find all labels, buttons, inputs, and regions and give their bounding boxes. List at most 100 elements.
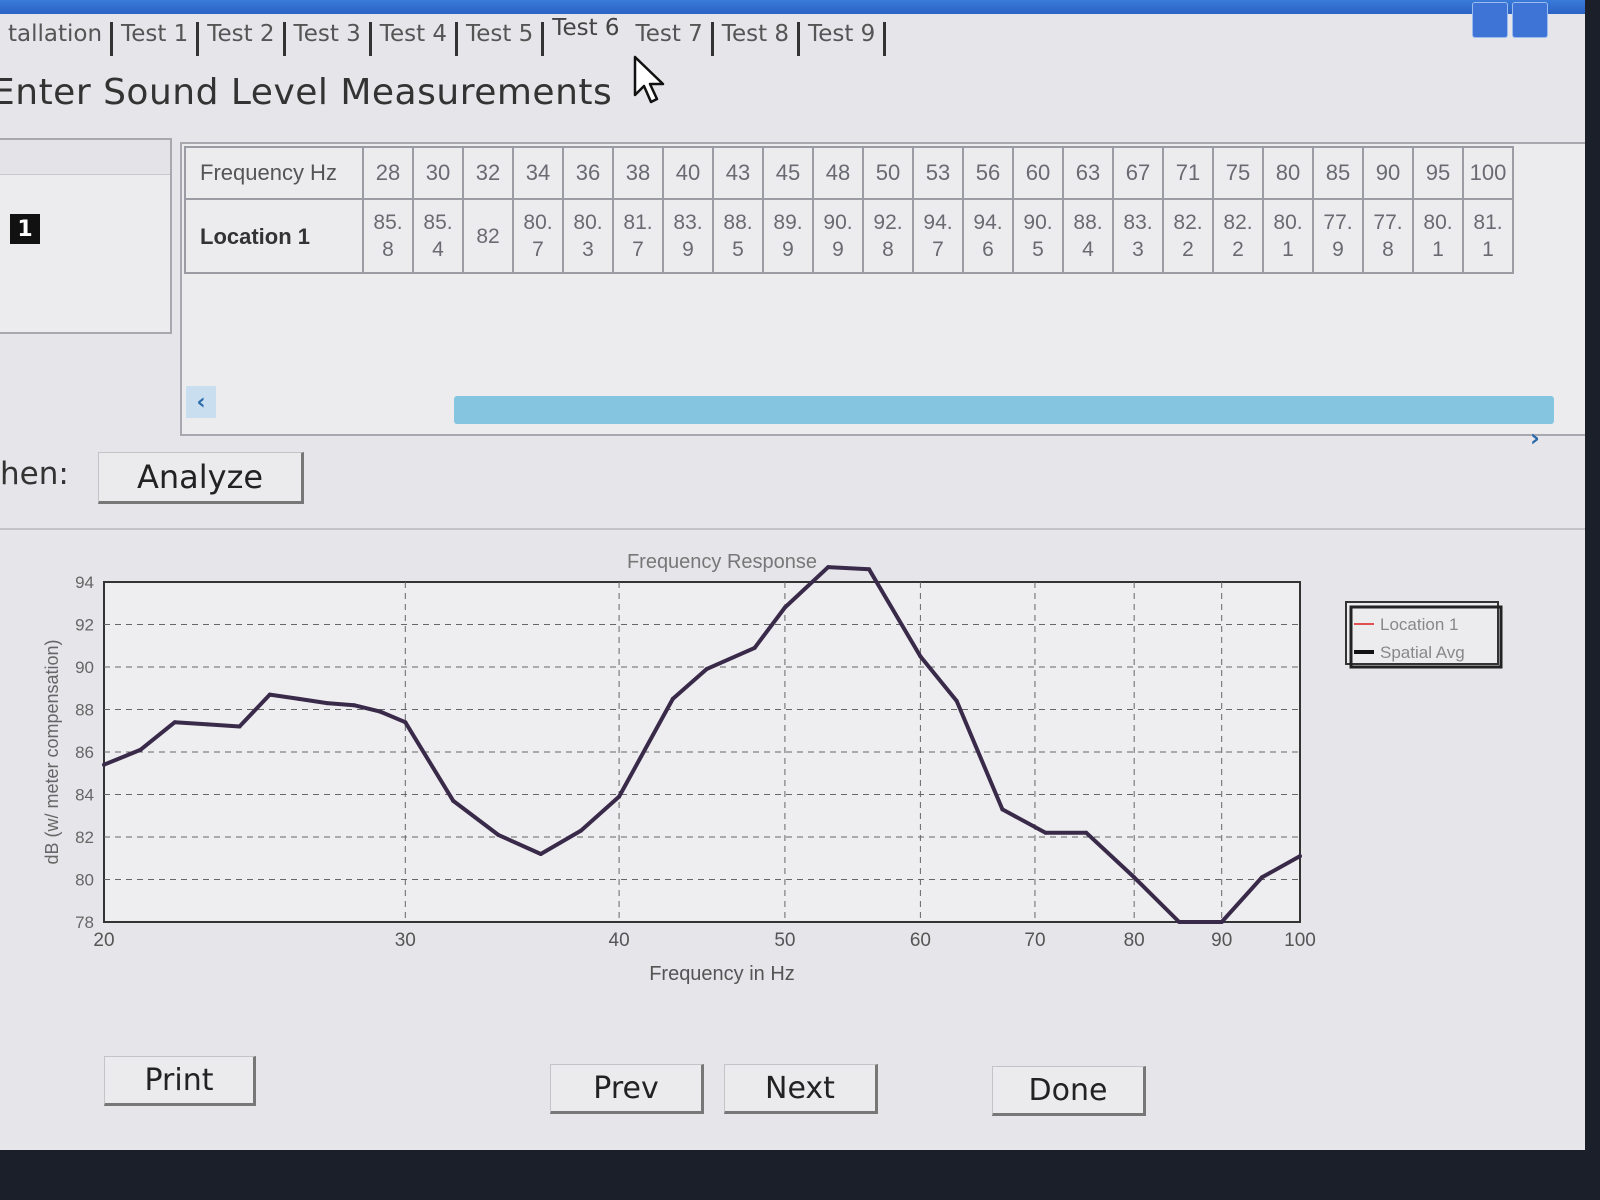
level-cell-line: 9: [832, 238, 844, 261]
level-cell[interactable]: 89. 9: [762, 198, 814, 274]
level-cell-line: 85.: [373, 211, 403, 234]
level-cell[interactable]: 83. 9: [662, 198, 714, 274]
level-cell[interactable]: 80. 1: [1262, 198, 1314, 274]
level-cell[interactable]: 90. 9: [812, 198, 864, 274]
location-list[interactable]: 1: [0, 138, 172, 334]
level-cell[interactable]: 94. 6: [962, 198, 1014, 274]
level-cell-line: 4: [1082, 238, 1094, 261]
y-axis-label: dB (w/ meter compensation): [42, 639, 62, 864]
level-cell[interactable]: 83. 3: [1112, 198, 1164, 274]
data-point: [1219, 920, 1224, 924]
level-cell-line: 81.: [1473, 211, 1503, 234]
next-button[interactable]: Next: [724, 1064, 878, 1114]
level-cell-line: 89.: [773, 211, 803, 234]
data-point: [617, 794, 622, 799]
level-cell-line: 2: [1182, 238, 1194, 261]
done-button[interactable]: Done: [992, 1066, 1146, 1116]
x-tick-label: 70: [1024, 930, 1045, 951]
tab-test-6[interactable]: Test 6: [544, 16, 627, 56]
data-point: [1000, 807, 1005, 812]
level-cell[interactable]: 88. 4: [1062, 198, 1114, 274]
level-cell-line: 1: [1282, 238, 1294, 261]
frequency-cell: 50: [862, 146, 914, 200]
level-cell[interactable]: 77. 9: [1312, 198, 1364, 274]
chart-title: Frequency Response: [627, 551, 817, 573]
analyze-button[interactable]: Analyze: [98, 452, 304, 504]
data-point: [954, 699, 959, 703]
tab-test-3[interactable]: Test 3: [286, 22, 372, 56]
frequency-cell: 100: [1462, 146, 1514, 200]
data-point: [267, 692, 272, 697]
level-cell-line: 1: [1482, 238, 1494, 261]
level-cell-line: 88.: [1073, 211, 1103, 234]
tab-test-7[interactable]: Test 7: [628, 22, 714, 56]
frequency-cell: 90: [1362, 146, 1414, 200]
level-cell-line: 2: [1232, 238, 1244, 261]
tab-test-9[interactable]: Test 9: [800, 22, 887, 56]
frequency-cell: 45: [762, 146, 814, 200]
y-tick-label: 86: [75, 743, 94, 762]
scroll-left-button[interactable]: ‹: [186, 386, 216, 418]
level-cell[interactable]: 85. 4: [412, 198, 464, 274]
level-cell-line: 1: [1432, 238, 1444, 261]
x-tick-label: 100: [1284, 930, 1316, 951]
tab-test-2[interactable]: Test 2: [199, 22, 286, 56]
frequency-cell: 95: [1412, 146, 1464, 200]
level-cell-line: 80.: [1423, 211, 1453, 234]
page-title: Enter Sound Level Measurements: [0, 72, 613, 113]
measurement-grid[interactable]: Frequency Hz 28 30 32 34 36 38 40 43 45 48 50 53 56 6…: [180, 142, 1585, 436]
y-tick-label: 94: [75, 573, 94, 592]
y-tick-label: 78: [75, 913, 94, 932]
frequency-cell: 43: [712, 146, 764, 200]
scroll-right-button[interactable]: ›: [1530, 424, 1556, 452]
level-cell[interactable]: 81. 1: [1462, 198, 1514, 274]
level-cell[interactable]: 82. 2: [1162, 198, 1214, 274]
data-point: [782, 605, 787, 610]
data-point: [205, 722, 210, 727]
level-cell[interactable]: 90. 5: [1012, 198, 1064, 274]
level-cell[interactable]: 85. 8: [362, 198, 414, 274]
measurement-table: Frequency Hz 28 30 32 34 36 38 40 43 45 48 50 53 56 6…: [184, 146, 1514, 274]
frequency-cell: 60: [1012, 146, 1064, 200]
frequency-cell: 38: [612, 146, 664, 200]
level-cell[interactable]: 77. 8: [1362, 198, 1414, 274]
legend-entry: Location 1: [1380, 615, 1458, 634]
frequency-header-row: Frequency Hz 28 30 32 34 36 38 40 43 45 48 50 53 56 6…: [184, 146, 1514, 200]
y-tick-label: 90: [75, 658, 94, 677]
y-tick-label: 82: [75, 828, 94, 847]
data-point: [352, 703, 357, 708]
data-point: [102, 762, 106, 767]
level-cell-line: 7: [932, 238, 944, 261]
location-list-header: [0, 140, 170, 175]
level-cell[interactable]: 88. 5: [712, 198, 764, 274]
data-point: [1177, 920, 1182, 924]
frequency-cell: 34: [512, 146, 564, 200]
frequency-cell: 32: [462, 146, 514, 200]
level-cell[interactable]: 82. 2: [1212, 198, 1264, 274]
frequency-response-chart: 78 80 82 84 86 88 90 92 94 20 30 40 50 60 70 80 90 100 Fre…: [42, 551, 1503, 985]
tab-test-5[interactable]: Test 5: [458, 22, 545, 56]
prev-button[interactable]: Prev: [550, 1064, 704, 1114]
tab-tallation[interactable]: tallation: [0, 22, 114, 56]
tab-test-4[interactable]: Test 4: [372, 22, 459, 56]
level-cell-line: 9: [682, 238, 694, 261]
print-button[interactable]: Print: [104, 1056, 256, 1106]
tab-test-8[interactable]: Test 8: [714, 22, 801, 56]
level-cell-line: 80.: [573, 211, 603, 234]
tab-test-1[interactable]: Test 1: [113, 22, 200, 56]
level-cell[interactable]: 82: [462, 198, 514, 274]
level-cell-line: 3: [582, 238, 594, 261]
data-point: [296, 696, 301, 701]
level-cell[interactable]: 94. 7: [912, 198, 964, 274]
legend-entry: Spatial Avg: [1380, 643, 1465, 662]
level-cell[interactable]: 92. 8: [862, 198, 914, 274]
level-cell[interactable]: 81. 7: [612, 198, 664, 274]
level-cell[interactable]: 80. 3: [562, 198, 614, 274]
frequency-cell: 56: [962, 146, 1014, 200]
level-cell[interactable]: 80. 7: [512, 198, 564, 274]
horizontal-scrollbar-thumb[interactable]: [454, 396, 1554, 424]
level-cell[interactable]: 80. 1: [1412, 198, 1464, 274]
frequency-cell: 85: [1312, 146, 1364, 200]
frequency-cell: 48: [812, 146, 864, 200]
location-badge[interactable]: 1: [10, 214, 40, 244]
